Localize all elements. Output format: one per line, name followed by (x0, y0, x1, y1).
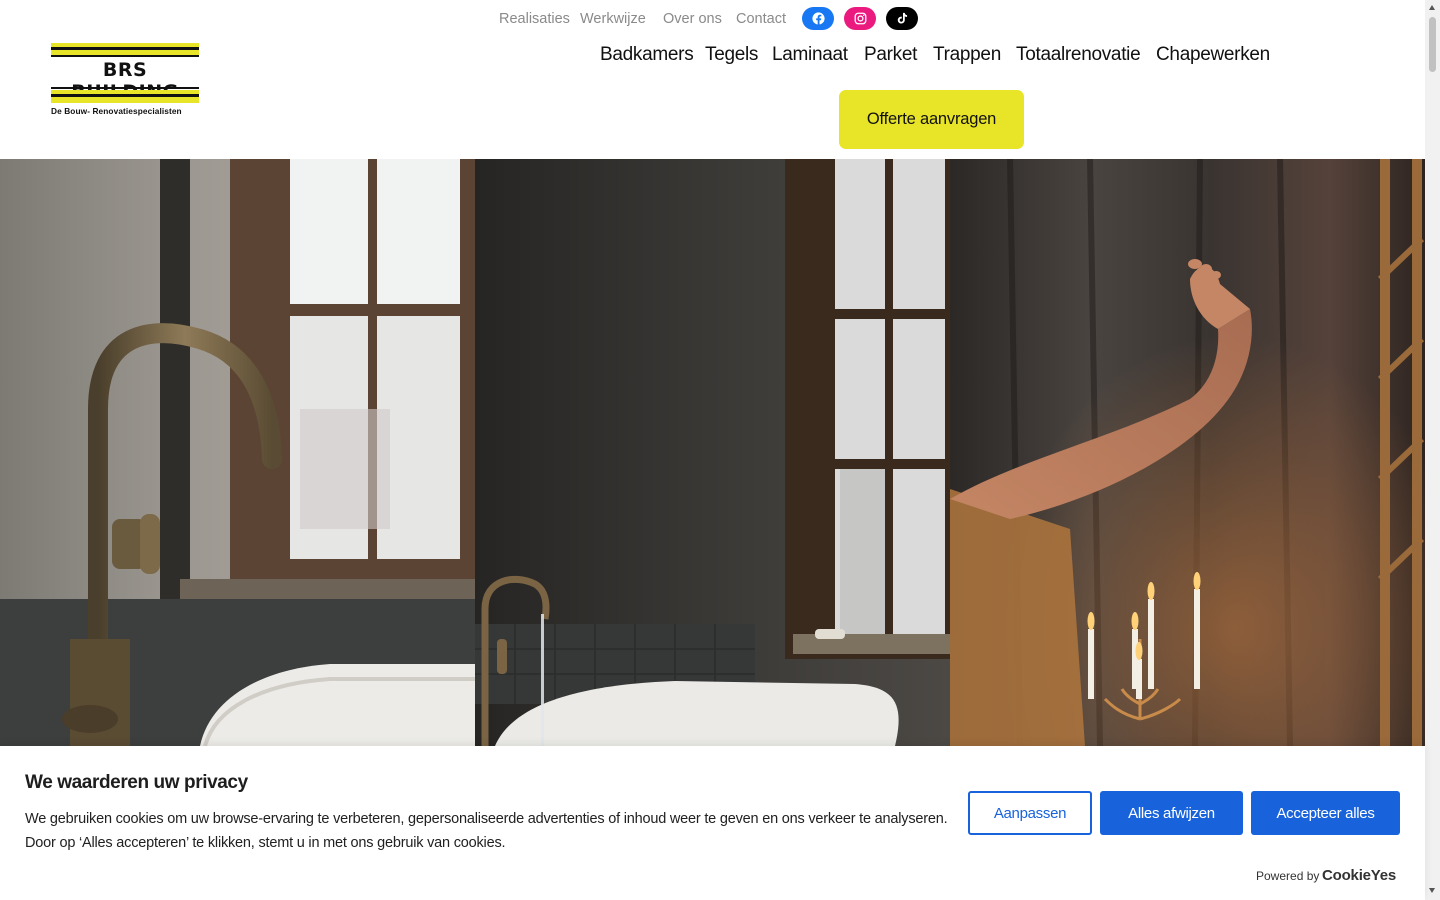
nav-trappen[interactable]: Trappen (933, 44, 1001, 66)
nav-laminaat[interactable]: Laminaat (772, 44, 848, 66)
bathtub-window-photo (475, 159, 950, 746)
nav-totaalrenovatie[interactable]: Totaalrenovatie (1016, 44, 1141, 66)
logo-stripe (51, 97, 199, 103)
accept-all-button[interactable]: Accepteer alles (1251, 791, 1400, 835)
instagram-icon (854, 12, 866, 25)
instagram-button[interactable] (844, 7, 876, 30)
top-nav-over-ons[interactable]: Over ons (663, 11, 722, 27)
page-scrollbar[interactable] (1425, 0, 1440, 900)
top-nav-contact[interactable]: Contact (736, 11, 786, 27)
photo-illustration (475, 159, 950, 746)
logo-tagline: De Bouw- Renovatiespecialisten (51, 106, 182, 116)
nav-chapewerken[interactable]: Chapewerken (1156, 44, 1270, 66)
cookie-consent-banner: We waarderen uw privacy We gebruiken coo… (0, 746, 1425, 900)
customize-button[interactable]: Aanpassen (968, 791, 1092, 835)
cookie-title: We waarderen uw privacy (25, 772, 248, 793)
nav-badkamers[interactable]: Badkamers (600, 44, 694, 66)
quote-request-button[interactable]: Offerte aanvragen (839, 90, 1024, 149)
hero-gallery (0, 159, 1425, 746)
cookieyes-logo[interactable]: CookieYes (1322, 867, 1396, 884)
facebook-button[interactable] (802, 7, 834, 30)
tiktok-button[interactable] (886, 7, 918, 30)
reject-all-button[interactable]: Alles afwijzen (1100, 791, 1243, 835)
photo-illustration (0, 159, 475, 746)
top-nav-realisaties[interactable]: Realisaties (499, 11, 570, 27)
scroll-up-icon[interactable] (1429, 5, 1435, 10)
scroll-thumb[interactable] (1429, 17, 1436, 72)
bath-candles-photo (950, 159, 1425, 746)
site-header: BRS BUILDING De Bouw- Renovatiespecialis… (0, 0, 1425, 159)
brs-building-logo[interactable]: BRS BUILDING De Bouw- Renovatiespecialis… (51, 43, 199, 119)
powered-by-label: Powered by (1256, 869, 1320, 883)
top-nav-werkwijze[interactable]: Werkwijze (580, 11, 646, 27)
brass-faucet-bathtub-photo (0, 159, 475, 746)
nav-parket[interactable]: Parket (864, 44, 917, 66)
scroll-down-icon[interactable] (1429, 888, 1435, 893)
facebook-icon (811, 12, 825, 25)
nav-tegels[interactable]: Tegels (705, 44, 758, 66)
cookie-description: We gebruiken cookies om uw browse-ervari… (25, 811, 948, 851)
tiktok-icon (897, 12, 907, 24)
photo-illustration (950, 159, 1425, 746)
